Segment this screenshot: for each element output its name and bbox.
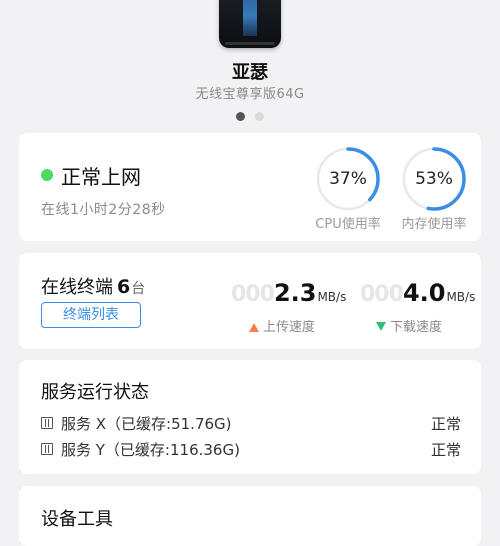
network-status-card: 正常上网 在线1小时2分28秒 37% CPU使用率 53% 内存使用率 [19, 133, 481, 241]
service-status-title: 服务运行状态 [41, 382, 149, 403]
upload-speed-placeholder: 000 [231, 282, 275, 307]
service-icon [41, 417, 53, 429]
download-arrow-icon [376, 322, 386, 331]
download-speed-value: 4.0 [402, 279, 446, 307]
download-speed-placeholder: 000 [360, 282, 404, 307]
download-speed-label-wrap: 下载速度 [376, 316, 442, 335]
terminal-list-button[interactable]: 终端列表 [41, 302, 141, 328]
memory-usage-label: 内存使用率 [401, 217, 467, 232]
service-status: 正常 [430, 415, 461, 433]
service-name: 服务 X（已缓存:51.76G) [61, 415, 232, 433]
download-speed-label: 下载速度 [390, 320, 443, 335]
device-model: 无线宝尊享版64G [195, 87, 305, 102]
memory-usage-value: 53% [415, 169, 453, 189]
online-terminals-unit: 台 [131, 281, 146, 297]
device-header: 亚瑟 无线宝尊享版64G [0, 0, 500, 130]
terminals-speed-card: 在线终端 6台 终端列表 0002.3MB/s 上传速度 0004.0MB/s 下… [19, 253, 481, 349]
upload-speed-label: 上传速度 [263, 320, 316, 335]
service-status: 正常 [430, 441, 461, 459]
download-speed: 0004.0MB/s [360, 279, 475, 307]
online-terminals-count: 6 [117, 276, 131, 298]
router-image [219, 0, 281, 48]
upload-speed: 0002.3MB/s [231, 279, 346, 307]
device-tools-title: 设备工具 [41, 509, 113, 530]
carousel-indicator[interactable] [0, 106, 500, 125]
service-icon [41, 443, 53, 455]
upload-arrow-icon [249, 323, 259, 332]
carousel-dot-active[interactable] [236, 112, 245, 121]
carousel-dot[interactable] [255, 112, 264, 121]
upload-speed-label-wrap: 上传速度 [249, 316, 315, 335]
memory-gauge: 53% [401, 146, 467, 212]
service-name: 服务 Y（已缓存:116.36G) [61, 441, 240, 459]
cpu-gauge: 37% [315, 146, 381, 212]
cpu-usage-label: CPU使用率 [315, 217, 381, 232]
service-status-card: 服务运行状态 服务 X（已缓存:51.76G) 正常 服务 Y（已缓存:116.… [19, 360, 481, 474]
upload-speed-value: 2.3 [273, 279, 317, 307]
service-row[interactable]: 服务 X（已缓存:51.76G) 正常 [41, 413, 461, 433]
device-name: 亚瑟 [232, 62, 268, 83]
status-online-dot [41, 169, 53, 181]
upload-speed-unit: MB/s [317, 290, 347, 304]
network-status: 正常上网 [61, 165, 141, 189]
service-row[interactable]: 服务 Y（已缓存:116.36G) 正常 [41, 439, 461, 459]
online-terminals-label: 在线终端 [41, 277, 113, 298]
online-duration: 在线1小时2分28秒 [41, 202, 166, 218]
cpu-usage-value: 37% [329, 169, 367, 189]
online-terminals: 在线终端 6台 [41, 273, 145, 299]
download-speed-unit: MB/s [446, 290, 476, 304]
device-tools-card: 设备工具 [19, 486, 481, 546]
